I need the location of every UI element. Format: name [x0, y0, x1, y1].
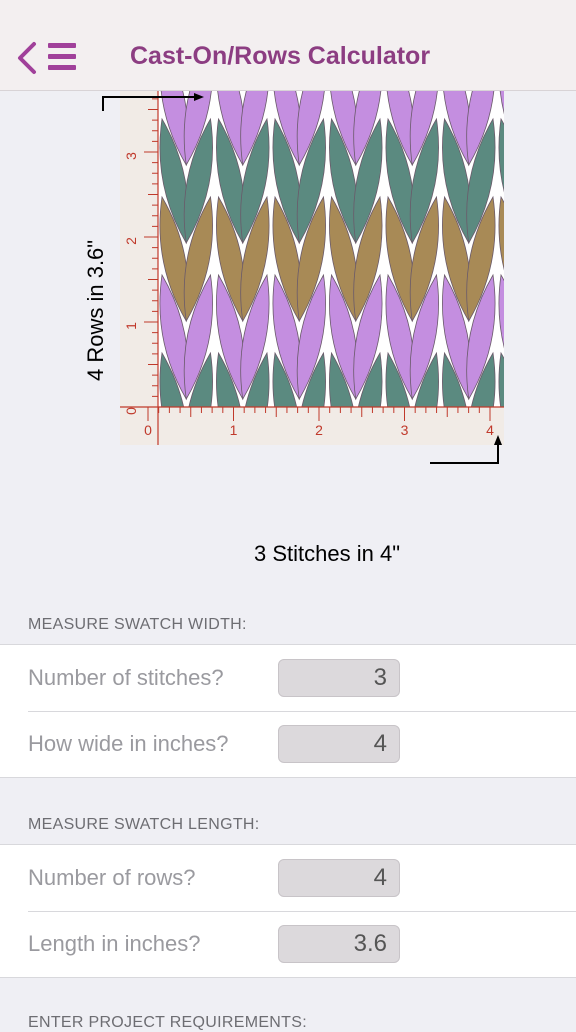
ruler-tick-label: 1 — [230, 422, 238, 438]
ruler-tick-label: 1 — [123, 322, 139, 330]
hamburger-menu-icon[interactable] — [46, 40, 78, 74]
length-row: Length in inches? — [0, 911, 576, 977]
length-label: Length in inches? — [28, 931, 201, 956]
stitch-leaf — [523, 353, 551, 477]
chevron-left-icon[interactable] — [14, 40, 40, 76]
stitches-label: Number of stitches? — [28, 665, 224, 690]
width-input[interactable] — [278, 725, 400, 763]
stitch-leaf — [523, 275, 551, 399]
ruler-tick-label: 4 — [486, 422, 494, 438]
swatch-illustration: 0 1 2 3 4 0 1 2 3 4 Rows in 3.6" 3 Stitches in 4… — [0, 91, 576, 611]
width-label: How wide in inches? — [28, 731, 229, 756]
stitch-leaf — [523, 119, 551, 243]
ruler-tick-label: 0 — [123, 407, 139, 415]
ruler-tick-label: 3 — [123, 152, 139, 160]
stitches-measurement-label: 3 Stitches in 4" — [254, 541, 400, 566]
rows-input[interactable] — [278, 859, 400, 897]
width-group: Number of stitches? How wide in inches? — [0, 644, 576, 778]
stitches-input[interactable] — [278, 659, 400, 697]
stitch-leaf — [523, 197, 551, 321]
project-section-header: ENTER PROJECT REQUIREMENTS: — [28, 1014, 307, 1031]
width-row: How wide in inches? — [0, 711, 576, 777]
stitches-row: Number of stitches? — [0, 645, 576, 711]
length-input[interactable] — [278, 925, 400, 963]
ruler-tick-label: 2 — [315, 422, 323, 438]
navigation-bar: Cast-On/Rows Calculator — [0, 0, 576, 91]
rows-label: Number of rows? — [28, 865, 196, 890]
ruler-tick-label: 0 — [144, 422, 152, 438]
ruler-horizontal — [120, 407, 504, 445]
rows-measurement-label: 4 Rows in 3.6" — [83, 239, 108, 381]
stitch-leaf — [523, 91, 551, 165]
length-group: Number of rows? Length in inches? — [0, 844, 576, 978]
ruler-tick-label: 2 — [123, 237, 139, 245]
length-section-header: MEASURE SWATCH LENGTH: — [28, 816, 260, 833]
rows-row: Number of rows? — [0, 845, 576, 911]
ruler-vertical — [120, 91, 158, 445]
ruler-tick-label: 3 — [401, 422, 409, 438]
width-section-header: MEASURE SWATCH WIDTH: — [28, 616, 247, 633]
page-title: Cast-On/Rows Calculator — [130, 42, 431, 70]
